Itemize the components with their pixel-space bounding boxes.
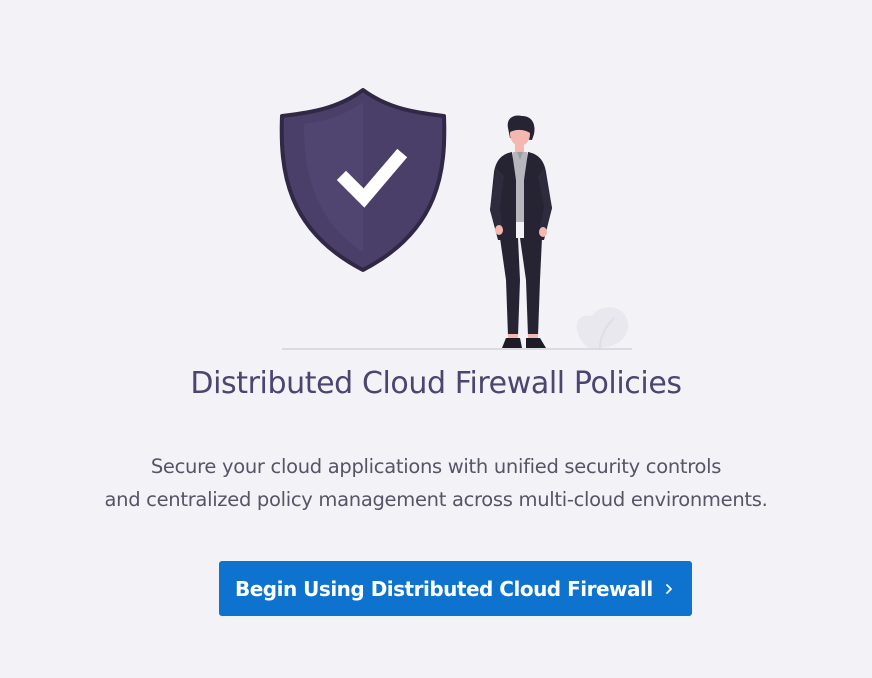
description-line-2: and centralized policy management across… — [104, 488, 768, 511]
chevron-right-icon — [662, 582, 676, 596]
begin-distributed-cloud-firewall-button[interactable]: Begin Using Distributed Cloud Firewall — [219, 561, 692, 616]
description-line-1: Secure your cloud applications with unif… — [150, 455, 722, 478]
empty-state-illustration — [270, 80, 640, 360]
page-title: Distributed Cloud Firewall Policies — [190, 366, 682, 401]
shield-check-icon — [279, 88, 447, 272]
plant-decoration — [576, 307, 629, 349]
cta-label: Begin Using Distributed Cloud Firewall — [235, 576, 653, 601]
standing-person — [490, 115, 552, 348]
empty-state-description: Secure your cloud applications with unif… — [0, 450, 872, 516]
